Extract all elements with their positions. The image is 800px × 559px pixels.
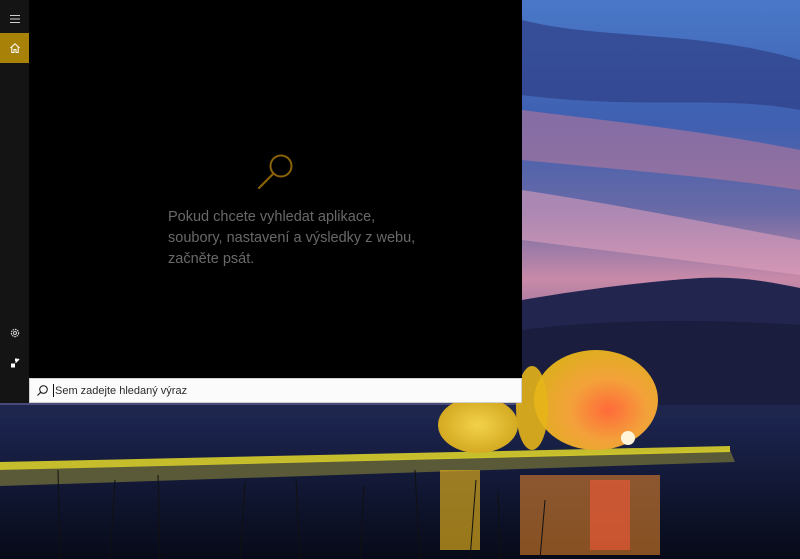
menu-button[interactable] [0,4,29,34]
settings-button[interactable] [0,318,29,348]
search-panel: Pokud chcete vyhledat aplikace, soubory,… [29,0,522,378]
hamburger-menu-icon [9,15,20,23]
home-button[interactable] [0,33,29,63]
home-icon [9,43,20,53]
start-rail [0,0,29,403]
search-hint-text: Pokud chcete vyhledat aplikace, soubory,… [168,209,416,267]
search-input[interactable] [54,380,495,401]
search-icon [257,154,293,190]
search-glass-icon [36,384,49,397]
account-icon [10,358,19,368]
account-button[interactable] [0,348,29,378]
search-box[interactable] [29,378,522,403]
gear-icon [10,328,19,338]
